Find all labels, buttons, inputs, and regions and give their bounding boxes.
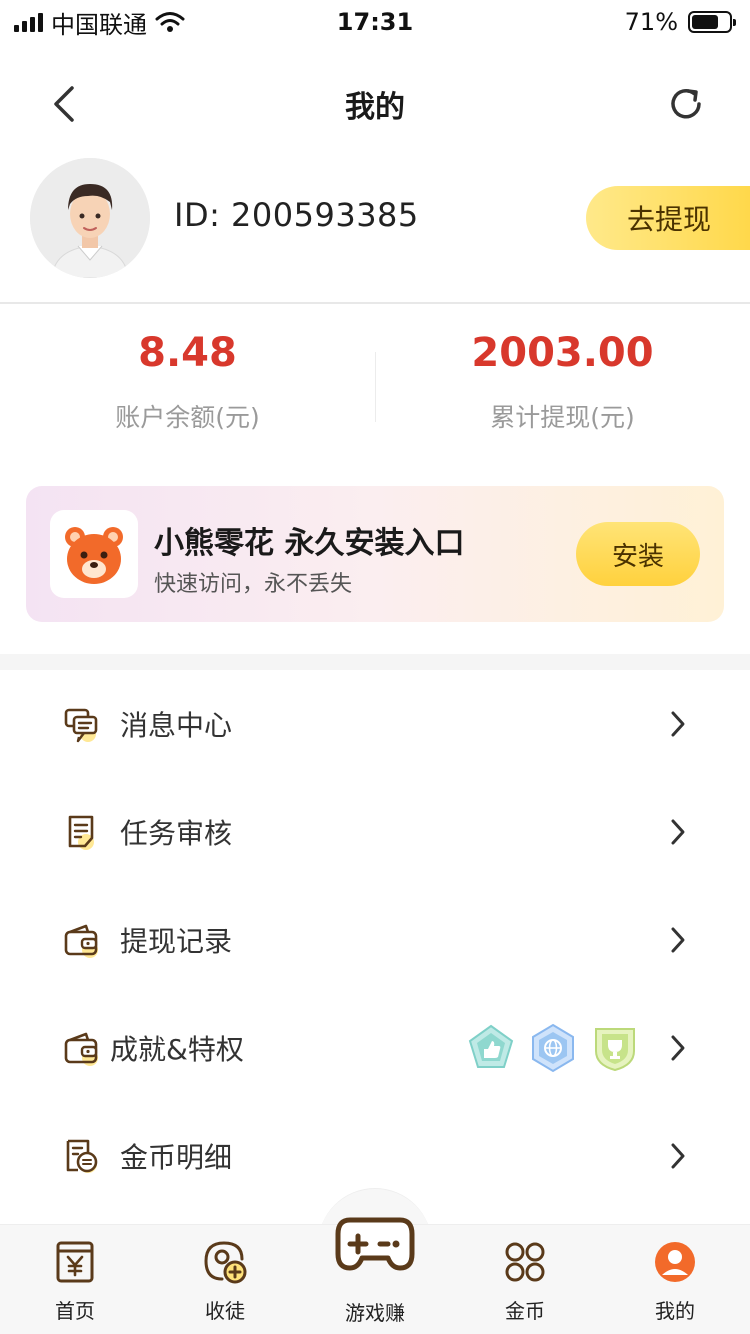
trophy-badge-icon — [595, 1028, 635, 1072]
menu-item-achievements[interactable]: 成就&特权 — [0, 994, 750, 1102]
add-friend-icon — [204, 1241, 247, 1284]
menu-label: 提现记录 — [120, 925, 233, 958]
coin-detail-icon — [66, 1139, 98, 1173]
wallet-icon — [64, 1032, 98, 1066]
tab-coins[interactable]: 金币 — [450, 1225, 600, 1334]
balance-label: 账户余额(元) — [115, 403, 260, 432]
status-bar: 中国联通 17:31 71% — [0, 0, 750, 44]
profile-icon — [655, 1242, 695, 1282]
total-withdraw-stat[interactable]: 2003.00 累计提现(元) — [375, 330, 750, 440]
install-banner[interactable]: 小熊零花 永久安装入口 快速访问，永不丢失 安装 — [26, 486, 724, 622]
status-right: 71% — [624, 8, 736, 36]
profile-section: ID: 200593385 去提现 — [0, 156, 750, 280]
banner-title: 小熊零花 永久安装入口 — [154, 526, 465, 561]
chevron-right-icon — [671, 1035, 685, 1061]
page-title: 我的 — [345, 90, 405, 125]
menu-list: 消息中心 任务审核 提现记录 成就&特权 金币明细 — [0, 670, 750, 1210]
home-yen-icon — [56, 1241, 94, 1283]
battery-percent: 71% — [624, 8, 678, 36]
stats-section: 8.48 账户余额(元) 2003.00 累计提现(元) — [0, 330, 750, 440]
chevron-right-icon — [671, 711, 685, 737]
tab-profile[interactable]: 我的 — [600, 1225, 750, 1334]
menu-item-messages[interactable]: 消息中心 — [0, 670, 750, 778]
menu-label: 成就&特权 — [110, 1033, 244, 1066]
tab-label: 金币 — [505, 1299, 545, 1323]
globe-badge-icon — [532, 1023, 574, 1073]
tab-label: 首页 — [55, 1299, 95, 1323]
menu-item-task-review[interactable]: 任务审核 — [0, 778, 750, 886]
message-icon — [64, 708, 98, 743]
chevron-left-icon[interactable] — [46, 82, 86, 126]
chevron-right-icon — [671, 819, 685, 845]
grid-icon — [505, 1242, 545, 1282]
tab-label: 游戏赚 — [345, 1301, 405, 1325]
refresh-icon[interactable] — [666, 84, 706, 124]
badge-group — [466, 1023, 640, 1073]
wifi-icon — [155, 12, 185, 32]
menu-label: 消息中心 — [120, 709, 233, 742]
thumbs-up-badge-icon — [468, 1024, 514, 1068]
carrier-name: 中国联通 — [51, 10, 147, 39]
gamepad-icon[interactable] — [334, 1212, 416, 1274]
tab-recruit[interactable]: 收徒 — [150, 1225, 300, 1334]
total-withdraw-label: 累计提现(元) — [490, 403, 635, 432]
bear-icon — [65, 527, 123, 584]
withdraw-button[interactable]: 去提现 — [586, 186, 750, 250]
stats-separator — [375, 352, 376, 422]
tab-label: 我的 — [655, 1299, 695, 1323]
user-id: ID: 200593385 — [174, 196, 419, 234]
tab-label: 收徒 — [205, 1299, 245, 1323]
menu-label: 金币明细 — [120, 1141, 233, 1174]
banner-subtitle: 快速访问，永不丢失 — [154, 572, 353, 597]
chevron-right-icon — [671, 1143, 685, 1169]
battery-fill — [692, 15, 718, 29]
task-review-icon — [68, 815, 94, 850]
status-left: 中国联通 — [14, 5, 185, 40]
balance-value: 8.48 — [138, 330, 237, 376]
tab-home[interactable]: 首页 — [0, 1225, 150, 1334]
nav-header: 我的 — [0, 60, 750, 148]
balance-stat[interactable]: 8.48 账户余额(元) — [0, 330, 375, 440]
menu-item-withdraw-records[interactable]: 提现记录 — [0, 886, 750, 994]
divider — [0, 302, 750, 304]
avatar-image — [30, 158, 150, 278]
battery-icon — [688, 11, 736, 33]
total-withdraw-value: 2003.00 — [471, 330, 654, 376]
chevron-right-icon — [671, 927, 685, 953]
install-button[interactable]: 安装 — [576, 522, 700, 586]
section-divider — [0, 654, 750, 670]
bear-app-icon — [50, 510, 138, 598]
wallet-icon — [64, 924, 98, 958]
menu-label: 任务审核 — [120, 817, 233, 850]
avatar[interactable] — [30, 158, 150, 278]
signal-icon — [14, 12, 43, 32]
